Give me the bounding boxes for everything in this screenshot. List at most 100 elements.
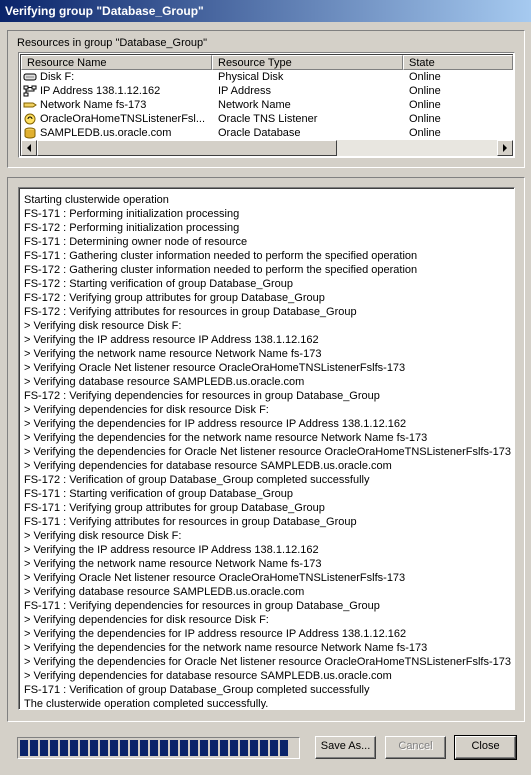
progress-block — [260, 740, 268, 756]
log-line: The clusterwide operation completed succ… — [24, 698, 269, 710]
resource-type: Oracle Database — [218, 127, 301, 139]
log-line: > Verifying dependencies for database re… — [24, 670, 392, 682]
resource-name-cell: SAMPLEDB.us.oracle.com — [21, 126, 212, 140]
log-line: FS-172 : Verifying group attributes for … — [24, 292, 325, 304]
resource-row[interactable]: SAMPLEDB.us.oracle.com Oracle Database Onl… — [21, 126, 513, 140]
progress-block — [60, 740, 68, 756]
log-line: FS-171 : Gathering cluster information n… — [24, 250, 418, 262]
log-line: FS-172 : Performing initialization proce… — [24, 222, 240, 234]
oracle-listener-icon — [23, 113, 37, 125]
arrow-left-icon — [27, 144, 31, 152]
log-line: > Verifying the network name resource Ne… — [24, 348, 322, 360]
resources-horizontal-scrollbar[interactable] — [21, 140, 513, 156]
resource-row[interactable]: Network Name fs-173 Network Name Online — [21, 98, 513, 112]
progress-block — [200, 740, 208, 756]
scrollbar-thumb[interactable] — [37, 140, 337, 156]
progress-block — [250, 740, 258, 756]
progress-block — [40, 740, 48, 756]
operation-log[interactable]: Starting clusterwide operation FS-171 : P… — [18, 187, 515, 710]
progress-block — [230, 740, 238, 756]
progress-block — [80, 740, 88, 756]
close-button[interactable]: Close — [454, 735, 517, 760]
log-line: > Verifying the dependencies for Oracle … — [24, 446, 511, 458]
log-line: > Verifying database resource SAMPLEDB.u… — [24, 586, 305, 598]
log-line: FS-172 : Verifying dependencies for reso… — [24, 390, 380, 402]
window-title-bar[interactable]: Verifying group "Database_Group" — [0, 0, 531, 22]
save-as-button[interactable]: Save As... — [315, 736, 376, 759]
resource-name-cell: IP Address 138.1.12.162 — [21, 84, 212, 98]
progress-block — [130, 740, 138, 756]
log-line: > Verifying the network name resource Ne… — [24, 558, 322, 570]
progress-block — [220, 740, 228, 756]
progress-bar — [17, 737, 300, 759]
progress-block — [30, 740, 38, 756]
column-header-resource-name[interactable]: Resource Name — [21, 55, 212, 70]
scroll-left-button[interactable] — [21, 140, 37, 156]
progress-block — [120, 740, 128, 756]
progress-block — [100, 740, 108, 756]
cancel-button[interactable]: Cancel — [385, 736, 446, 759]
log-line: > Verifying the IP address resource IP A… — [24, 334, 319, 346]
progress-block — [90, 740, 98, 756]
log-line: Starting clusterwide operation — [24, 194, 169, 206]
progress-block — [190, 740, 198, 756]
resource-name: OracleOraHomeTNSListenerFsl... — [40, 113, 206, 125]
log-line: > Verifying the dependencies for Oracle … — [24, 656, 511, 668]
resource-name: IP Address 138.1.12.162 — [40, 85, 161, 97]
window-title: Verifying group "Database_Group" — [5, 4, 204, 18]
resource-name-cell: Disk F: — [21, 70, 212, 84]
progress-block — [270, 740, 278, 756]
resource-name: Network Name fs-173 — [40, 99, 147, 111]
log-line: > Verifying the dependencies for the net… — [24, 642, 428, 654]
progress-block — [110, 740, 118, 756]
resource-state: Online — [409, 71, 441, 83]
progress-block — [70, 740, 78, 756]
resource-state: Online — [409, 99, 441, 111]
network-name-icon — [23, 99, 37, 111]
log-line: FS-172 : Gathering cluster information n… — [24, 264, 418, 276]
log-line: > Verifying database resource SAMPLEDB.u… — [24, 376, 305, 388]
resources-group-label: Resources in group "Database_Group" — [17, 37, 208, 49]
resource-name: Disk F: — [40, 71, 75, 83]
log-line: > Verifying dependencies for disk resour… — [24, 404, 269, 416]
column-header-resource-type[interactable]: Resource Type — [212, 55, 403, 70]
column-header-state[interactable]: State — [403, 55, 513, 70]
resource-row[interactable]: OracleOraHomeTNSListenerFsl... Oracle TNS… — [21, 112, 513, 126]
database-icon — [23, 127, 37, 139]
progress-block — [50, 740, 58, 756]
log-line: > Verifying the dependencies for IP addr… — [24, 418, 407, 430]
log-line: FS-171 : Starting verification of group … — [24, 488, 294, 500]
log-line: > Verifying the dependencies for the net… — [24, 432, 428, 444]
progress-block — [170, 740, 178, 756]
resource-name-cell: Network Name fs-173 — [21, 98, 212, 112]
log-line: > Verifying disk resource Disk F: — [24, 320, 182, 332]
network-icon — [23, 85, 37, 97]
resource-row[interactable]: IP Address 138.1.12.162 IP Address Online — [21, 84, 513, 98]
progress-block — [180, 740, 188, 756]
resource-type: Oracle TNS Listener — [218, 113, 318, 125]
resource-type: IP Address — [218, 85, 271, 97]
resource-state: Online — [409, 113, 441, 125]
resource-name: SAMPLEDB.us.oracle.com — [40, 127, 172, 139]
progress-block — [150, 740, 158, 756]
resource-state: Online — [409, 85, 441, 97]
log-line: > Verifying the IP address resource IP A… — [24, 544, 319, 556]
log-line: > Verifying dependencies for database re… — [24, 460, 392, 472]
resource-state: Online — [409, 127, 441, 139]
scrollbar-track[interactable] — [337, 140, 497, 156]
progress-block — [160, 740, 168, 756]
scroll-right-button[interactable] — [497, 140, 513, 156]
log-line: > Verifying Oracle Net listener resource… — [24, 572, 406, 584]
progress-block — [20, 740, 28, 756]
resources-list[interactable]: Resource Name Resource Type State Disk F… — [18, 52, 515, 158]
log-line: FS-171 : Performing initialization proce… — [24, 208, 240, 220]
progress-block — [240, 740, 248, 756]
log-line: FS-171 : Verifying attributes for resour… — [24, 516, 357, 528]
resource-type: Physical Disk — [218, 71, 284, 83]
log-line: FS-171 : Verifying group attributes for … — [24, 502, 325, 514]
resource-row[interactable]: Disk F: Physical Disk Online — [21, 70, 513, 84]
resource-name-cell: OracleOraHomeTNSListenerFsl... — [21, 112, 212, 126]
log-line: > Verifying disk resource Disk F: — [24, 530, 182, 542]
log-line: FS-172 : Starting verification of group … — [24, 278, 294, 290]
log-line: FS-172 : Verifying attributes for resour… — [24, 306, 357, 318]
